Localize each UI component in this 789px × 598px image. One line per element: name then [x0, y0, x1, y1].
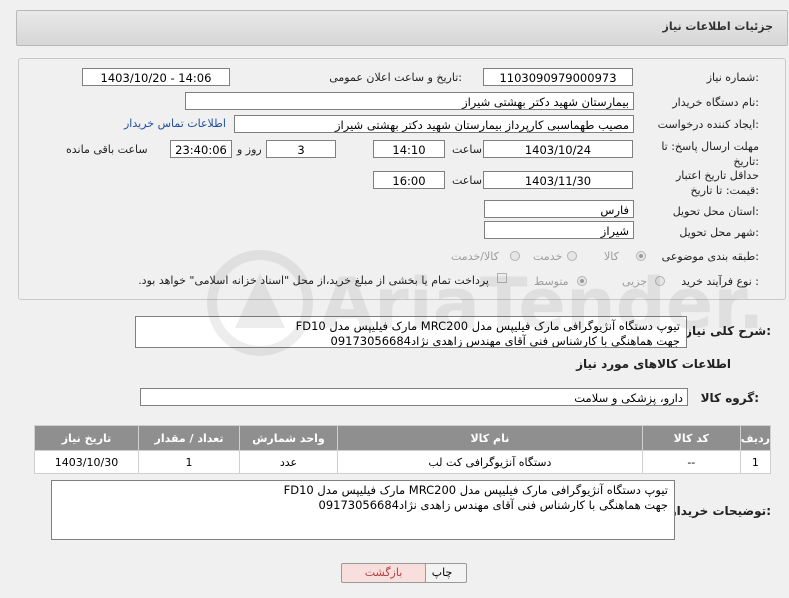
remaining-word: ساعت باقی مانده [66, 143, 148, 156]
need-number-label: شماره نیاز: [706, 71, 759, 84]
validity-time-field[interactable]: 16:00 [373, 171, 445, 189]
goods-table-header: ردیف کد کالا نام کالا واحد شمارش تعداد /… [33, 425, 772, 451]
buyer-notes-field[interactable]: تیوپ دستگاه آنژیوگرافی مارک فیلیپس مدل M… [51, 480, 675, 540]
table-row[interactable]: 1 -- دستگاه آنژیوگرافی کت لب عدد 1 1403/… [33, 450, 772, 474]
col-row: ردیف [739, 425, 772, 451]
buyer-notes-label: توضیحات خریدار: [669, 504, 771, 518]
goods-table: ردیف کد کالا نام کالا واحد شمارش تعداد /… [33, 425, 772, 474]
cell-code: -- [641, 450, 741, 474]
days-field[interactable]: 3 [266, 140, 336, 158]
validity-date-field[interactable]: 1403/11/30 [483, 171, 633, 189]
process-label: نوع فرآیند خرید : [681, 275, 759, 288]
category-radio-goods[interactable] [636, 251, 646, 261]
city-field[interactable]: شیراز [484, 221, 634, 239]
description-label: شرح کلی نیاز: [685, 324, 771, 338]
page-title: جزئیات اطلاعات نیاز [662, 20, 774, 33]
deadline-time-field[interactable]: 14:10 [373, 140, 445, 158]
cell-row: 1 [739, 450, 772, 474]
cell-qty: 1 [138, 450, 240, 474]
category-label: طبقه بندی موضوعی: [661, 250, 759, 263]
cell-name: دستگاه آنژیوگرافی کت لب [336, 450, 643, 474]
cell-unit: عدد [238, 450, 338, 474]
col-name: نام کالا [336, 425, 643, 451]
process-option-minor: جزیی [622, 275, 648, 288]
buyer-field[interactable]: بیمارستان شهید دکتر بهشتی شیراز [185, 92, 634, 110]
goods-section-title: اطلاعات کالاهای مورد نیاز [576, 357, 731, 371]
goods-group-field[interactable]: دارو، پزشکی و سلامت [140, 388, 688, 406]
need-number-field[interactable]: 1103090979000973 [483, 68, 633, 86]
payment-checkbox[interactable] [497, 273, 507, 283]
announce-field[interactable]: 1403/10/20 - 14:06 [82, 68, 230, 86]
category-radio-service[interactable] [567, 251, 577, 261]
buyer-contact-link[interactable]: اطلاعات تماس خریدار [124, 117, 226, 130]
col-qty: تعداد / مقدار [138, 425, 240, 451]
province-field[interactable]: فارس [484, 200, 634, 218]
description-field[interactable]: تیوپ دستگاه آنژیوگرافی مارک فیلیپس مدل M… [135, 316, 687, 348]
validity-label: حداقل تاریخ اعتبار قیمت: تا تاریخ: [675, 169, 759, 197]
process-radio-medium[interactable] [577, 276, 587, 286]
deadline-date-field[interactable]: 1403/10/24 [483, 140, 633, 158]
payment-text: پرداخت تمام یا بخشی از مبلغ خرید،از محل … [138, 274, 489, 287]
category-option-goods: کالا [604, 250, 619, 263]
cell-date: 1403/10/30 [33, 450, 140, 474]
province-label: استان محل تحویل: [672, 205, 759, 218]
buyer-label: نام دستگاه خریدار: [672, 96, 759, 109]
remaining-time-field[interactable]: 23:40:06 [170, 140, 232, 158]
page-header: جزئیات اطلاعات نیاز [16, 10, 788, 46]
announce-label: تاریخ و ساعت اعلان عمومی: [329, 71, 462, 84]
validity-time-word: ساعت [452, 174, 482, 187]
goods-group-label: گروه کالا: [700, 391, 759, 405]
process-radio-minor[interactable] [655, 276, 665, 286]
col-date: تاریخ نیاز [33, 425, 140, 451]
category-radio-goods-service[interactable] [510, 251, 520, 261]
back-button[interactable]: بازگشت [341, 563, 426, 583]
col-unit: واحد شمارش [238, 425, 338, 451]
creator-label: ایجاد کننده درخواست: [657, 118, 759, 131]
buyer-notes-line-2: جهت هماهنگی با کارشناس فنی آقای مهندس زا… [318, 498, 668, 512]
category-option-goods-service: کالا/خدمت [451, 250, 499, 263]
description-line-1: تیوپ دستگاه آنژیوگرافی مارک فیلیپس مدل M… [295, 319, 680, 333]
buyer-notes-line-1: تیوپ دستگاه آنژیوگرافی مارک فیلیپس مدل M… [283, 483, 668, 497]
col-code: کد کالا [641, 425, 741, 451]
description-line-2: جهت هماهنگی با کارشناس فنی آقای مهندس زا… [330, 334, 680, 348]
city-label: شهر محل تحویل: [679, 226, 759, 239]
days-word: روز و [237, 143, 262, 156]
deadline-time-word: ساعت [452, 143, 482, 156]
category-option-service: خدمت [533, 250, 563, 263]
creator-field[interactable]: مصیب طهماسبی کارپرداز بیمارستان شهید دکت… [234, 115, 634, 133]
deadline-label: مهلت ارسال پاسخ: تا تاریخ: [661, 140, 759, 168]
process-option-medium: متوسط [534, 275, 569, 288]
